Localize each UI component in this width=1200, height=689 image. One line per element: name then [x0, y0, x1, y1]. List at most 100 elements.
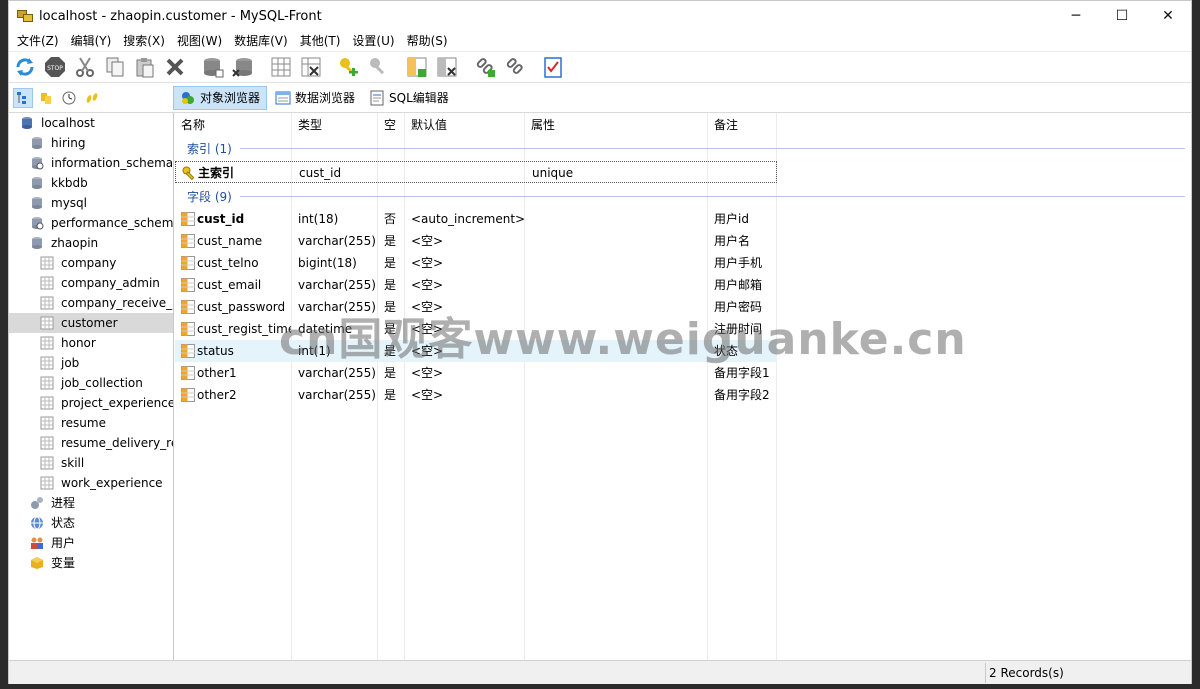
tree-item-table[interactable]: job_collection — [9, 373, 173, 393]
close-button[interactable]: ✕ — [1145, 1, 1191, 31]
database-add-icon[interactable] — [201, 55, 225, 79]
stop-icon[interactable]: STOP — [43, 55, 67, 79]
menu-help[interactable]: 帮助(S) — [401, 31, 454, 51]
tree-item-table[interactable]: job — [9, 353, 173, 373]
cut-icon[interactable] — [73, 55, 97, 79]
database-delete-icon[interactable] — [231, 55, 255, 79]
menu-edit[interactable]: 编辑(Y) — [65, 31, 118, 51]
column-header-name[interactable]: 名称 — [181, 113, 205, 137]
tree-item-table[interactable]: project_experience — [9, 393, 173, 413]
field-type: int(18) — [298, 212, 339, 226]
field-default: <空> — [411, 234, 444, 248]
database-icon — [29, 195, 45, 211]
tab-object-browser[interactable]: 对象浏览器 — [173, 85, 268, 110]
tree-item-localhost[interactable]: localhost — [9, 113, 173, 133]
tree-item-table[interactable]: company_receive_re — [9, 293, 173, 313]
maximize-button[interactable]: ☐ — [1099, 1, 1145, 31]
tree-item-variables[interactable]: 变量 — [9, 553, 173, 573]
tree-item-zhaopin[interactable]: zhaopin — [9, 233, 173, 253]
tree-item-users[interactable]: 用户 — [9, 533, 173, 553]
column-header-comment[interactable]: 备注 — [714, 113, 738, 137]
field-row[interactable]: cust_name varchar(255) 是 <空> 用户名 — [175, 230, 777, 252]
object-browser-icon — [182, 91, 194, 104]
tree-item-table[interactable]: work_experience — [9, 473, 173, 493]
tree-item-label: 用户 — [51, 536, 76, 550]
field-row[interactable]: cust_id int(18) 否 <auto_increment> 用户id — [175, 208, 777, 230]
title-bar: localhost - zhaopin.customer - MySQL-Fro… — [9, 1, 1191, 31]
tree-item-table[interactable]: skill — [9, 453, 173, 473]
column-field-icon — [181, 322, 195, 336]
field-name: cust_id — [197, 212, 245, 226]
footprints-icon[interactable] — [82, 88, 102, 108]
tree-item-kkbdb[interactable]: kkbdb — [9, 173, 173, 193]
tree-item-processes[interactable]: 进程 — [9, 493, 173, 513]
field-name: cust_password — [197, 300, 286, 314]
tree-item-label: zhaopin — [51, 236, 99, 250]
field-name: other1 — [197, 366, 237, 380]
column-add-icon[interactable] — [405, 55, 429, 79]
object-tree: localhost hiring information_schema kkbd… — [9, 113, 174, 660]
menu-other[interactable]: 其他(T) — [294, 31, 347, 51]
index-row[interactable]: 主索引 cust_id unique — [175, 161, 777, 183]
tree-item-table[interactable]: company — [9, 253, 173, 273]
copy-icon[interactable] — [103, 55, 127, 79]
field-type: bigint(18) — [298, 256, 357, 270]
menu-search[interactable]: 搜索(X) — [117, 31, 171, 51]
menu-settings[interactable]: 设置(U) — [346, 31, 400, 51]
field-name: other2 — [197, 388, 237, 402]
tree-view-icon[interactable] — [13, 87, 33, 108]
table-add-icon[interactable] — [269, 55, 293, 79]
column-header-null[interactable]: 空 — [384, 113, 396, 137]
tree-item-hiring[interactable]: hiring — [9, 133, 173, 153]
key-delete-icon[interactable] — [367, 55, 391, 79]
tree-item-table[interactable]: company_admin — [9, 273, 173, 293]
link-delete-icon[interactable] — [503, 55, 527, 79]
tree-item-label: job_collection — [61, 376, 143, 390]
menu-view[interactable]: 视图(W) — [171, 31, 228, 51]
table-icon — [39, 435, 55, 451]
tree-item-label: resume — [61, 416, 106, 430]
tab-sql-editor[interactable]: SQL编辑器 — [363, 86, 455, 110]
bookmark-icon[interactable] — [36, 88, 56, 108]
tab-data-browser[interactable]: 数据浏览器 — [269, 86, 361, 110]
server-icon — [19, 115, 35, 131]
field-null: 是 — [384, 234, 397, 248]
delete-icon[interactable] — [163, 55, 187, 79]
paste-icon[interactable] — [133, 55, 157, 79]
history-icon[interactable] — [59, 88, 79, 108]
menu-database[interactable]: 数据库(V) — [228, 31, 294, 51]
key-add-icon[interactable] — [337, 55, 361, 79]
tree-item-information-schema[interactable]: information_schema — [9, 153, 173, 173]
index-group-header[interactable]: 索引 (1) — [175, 137, 1191, 159]
tree-item-customer[interactable]: customer — [9, 313, 173, 333]
menu-file[interactable]: 文件(Z) — [11, 31, 65, 51]
tree-item-mysql[interactable]: mysql — [9, 193, 173, 213]
tree-item-table[interactable]: resume_delivery_re — [9, 433, 173, 453]
column-header-type[interactable]: 类型 — [298, 113, 322, 137]
column-header-default[interactable]: 默认值 — [411, 113, 447, 137]
tree-item-status[interactable]: 状态 — [9, 513, 173, 533]
tree-item-label: honor — [61, 336, 96, 350]
field-comment: 用户名 — [714, 234, 751, 248]
field-row[interactable]: cust_email varchar(255) 是 <空> 用户邮箱 — [175, 274, 777, 296]
column-delete-icon[interactable] — [435, 55, 459, 79]
database-icon — [29, 175, 45, 191]
field-group-header[interactable]: 字段 (9) — [175, 185, 1191, 207]
refresh-icon[interactable] — [13, 55, 37, 79]
minimize-button[interactable]: ─ — [1053, 1, 1099, 31]
column-header-attribute[interactable]: 属性 — [531, 113, 555, 137]
tree-item-performance-schema[interactable]: performance_schema — [9, 213, 173, 233]
field-row[interactable]: other2 varchar(255) 是 <空> 备用字段2 — [175, 384, 777, 406]
tree-item-label: project_experience — [61, 396, 174, 410]
field-default: <空> — [411, 388, 444, 402]
tree-item-table[interactable]: honor — [9, 333, 173, 353]
link-add-icon[interactable] — [473, 55, 497, 79]
column-field-icon — [181, 366, 195, 380]
users-icon — [29, 535, 45, 551]
tree-item-label: company — [61, 256, 117, 270]
field-row[interactable]: cust_telno bigint(18) 是 <空> 用户手机 — [175, 252, 777, 274]
field-name: cust_email — [197, 278, 262, 292]
table-delete-icon[interactable] — [299, 55, 323, 79]
checklist-icon[interactable] — [541, 55, 565, 79]
tree-item-table[interactable]: resume — [9, 413, 173, 433]
